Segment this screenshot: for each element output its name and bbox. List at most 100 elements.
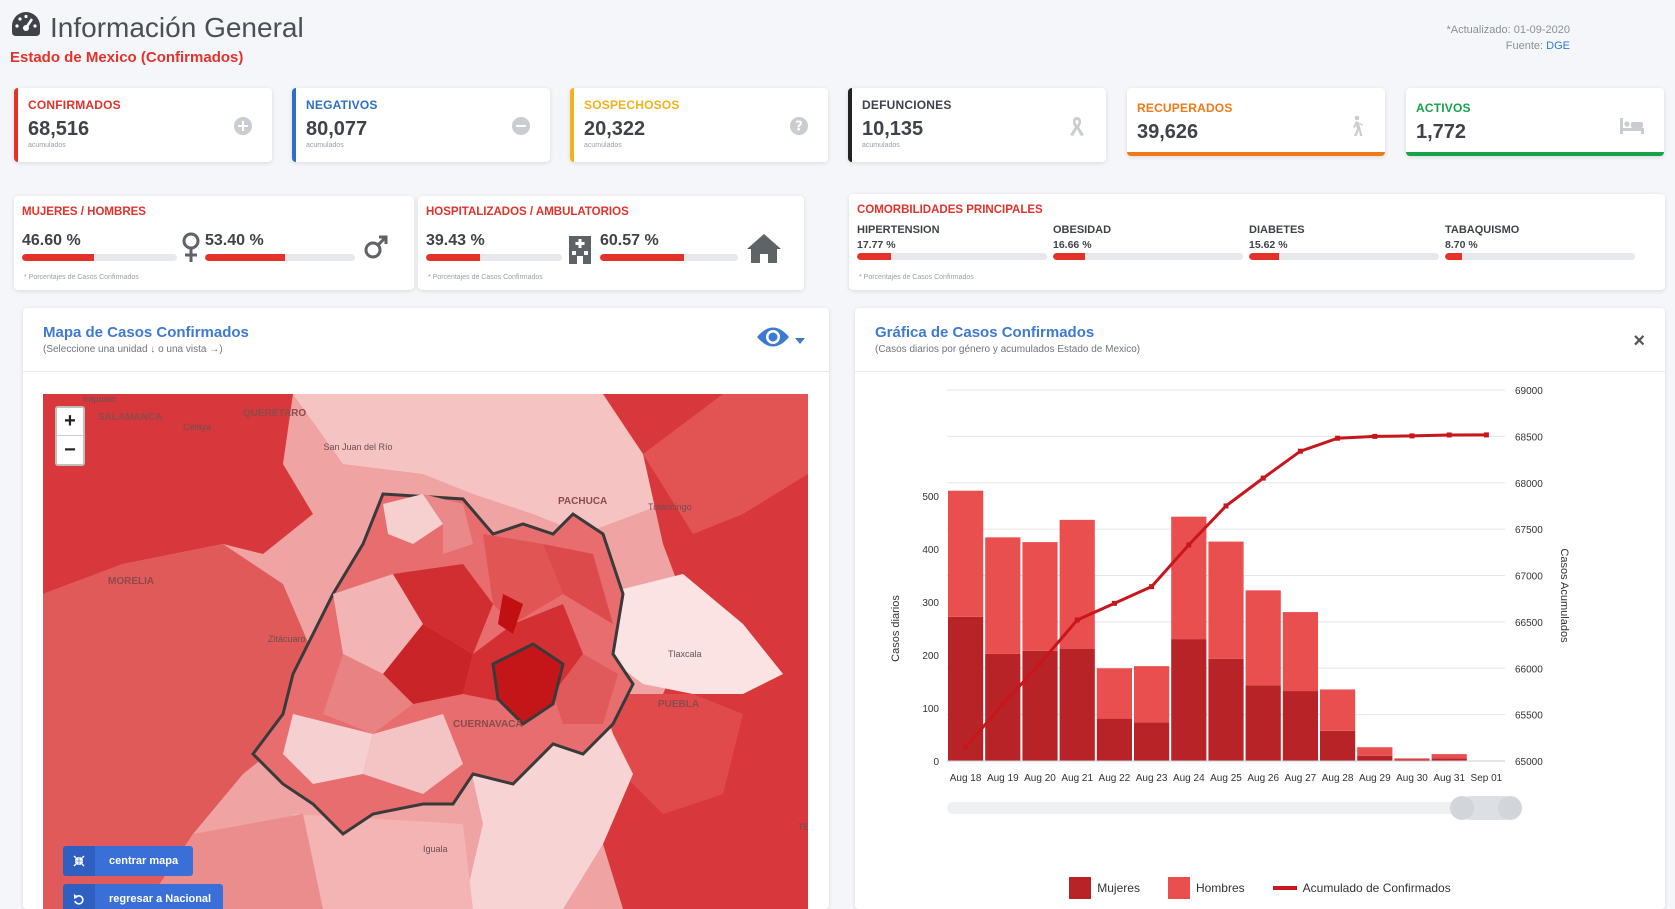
legend-swatch <box>1167 877 1190 899</box>
line-point <box>1372 433 1378 439</box>
y-left-tick-label: 300 <box>922 598 939 609</box>
source-prefix: Fuente: <box>1505 40 1547 52</box>
comorb-pct: 8.70 % <box>1445 239 1478 251</box>
line-point <box>1037 661 1043 667</box>
bar-hombres <box>1394 758 1430 760</box>
bar-hombres <box>1134 666 1170 723</box>
bar-hombres <box>1282 612 1318 692</box>
comorbidities-list: HIPERTENSION 17.77 % OBESIDAD 16.66 % DI… <box>857 224 1657 260</box>
map-label-place: TE <box>798 822 808 832</box>
men-block: 53.40 % <box>205 232 355 261</box>
x-tick-label: Aug 31 <box>1433 773 1465 784</box>
line-point <box>1223 503 1229 509</box>
stat-value: 39,626 <box>1137 121 1199 143</box>
legend-line-swatch <box>1272 886 1297 890</box>
map-label-place: PUEBLA <box>658 699 700 710</box>
comorb-name: TABAQUISMO <box>1445 224 1520 236</box>
chart-panel-subtitle: (Casos diarios por género y acumulados E… <box>875 344 1141 355</box>
stat-card-defunciones[interactable]: DEFUNCIONES 10,135 acumulados <box>848 88 1106 162</box>
bar-mujeres <box>1096 718 1132 761</box>
bed-icon <box>1618 115 1646 137</box>
zoom-out-button[interactable]: − <box>57 436 83 464</box>
bar-mujeres <box>1059 648 1095 761</box>
amb-block: 60.57 % <box>600 232 738 261</box>
map-label-place: MORELIA <box>108 576 155 587</box>
view-selector-button[interactable] <box>755 324 805 355</box>
hospital-row: 39.43 % 60.57 % <box>426 232 796 269</box>
hospital-card: HOSPITALIZADOS / AMBULATORIOS 39.43 % 60… <box>418 196 804 290</box>
legend-label: Acumulado de Confirmados <box>1302 881 1451 895</box>
comorb-bar-fill <box>1053 253 1085 260</box>
women-bar-fill <box>22 254 95 261</box>
map-label-place: Zitácuaro <box>268 634 306 644</box>
source-link[interactable]: DGE <box>1546 40 1570 52</box>
x-tick-label: Aug 30 <box>1396 773 1428 784</box>
chart-panel-title: Gráfica de Casos Confirmados <box>875 324 1095 341</box>
legend-item-acumulado[interactable]: Acumulado de Confirmados <box>1272 877 1451 899</box>
y-axis-title: Casos diarios <box>890 595 902 662</box>
bar-hombres <box>1171 516 1207 640</box>
combo-chart[interactable]: 65000 65500 66000 66500 67000 67500 68000 68500… <box>855 372 1665 909</box>
comorb-pct: 17.77 % <box>857 239 896 251</box>
women-bar <box>22 254 177 261</box>
map-label-place: SALAMANCA <box>98 412 163 423</box>
line-point <box>1149 584 1155 590</box>
hosp-bar <box>426 254 562 261</box>
x-tick-label: Aug 27 <box>1285 773 1317 784</box>
map-label-place: PACHUCA <box>558 496 608 507</box>
legend-item-hombres[interactable]: Hombres <box>1167 877 1245 899</box>
stat-label: ACTIVOS <box>1416 101 1471 115</box>
line-point <box>1297 448 1303 454</box>
map-label-place: Irapuato <box>83 394 117 404</box>
center-map-button[interactable]: centrar mapa <box>63 846 193 876</box>
stat-value: 68,516 <box>28 118 90 140</box>
map-canvas[interactable]: Irapuato SALAMANCA Celaya QUERÉTARO San … <box>43 394 808 909</box>
stat-note: acumulados <box>28 142 66 149</box>
line-point <box>1409 433 1415 439</box>
stat-card-sospechosos[interactable]: SOSPECHOSOS 20,322 acumulados ? <box>570 88 828 162</box>
map-panel-title: Mapa de Casos Confirmados <box>43 324 249 341</box>
y-left-tick-label: 0 <box>933 757 939 768</box>
back-to-national-label: regresar a Nacional <box>109 893 212 905</box>
zoom-in-button[interactable]: + <box>57 408 83 436</box>
update-info: *Actualizado: 01-09-2020 Fuente: DGE <box>1446 22 1570 54</box>
amb-pct: 60.57 % <box>600 232 659 249</box>
zoom-control: + − <box>55 406 85 466</box>
comorb-item: DIABETES 15.62 % <box>1249 224 1439 260</box>
female-icon <box>181 232 205 269</box>
map-label-place: San Juan del Río <box>323 442 393 452</box>
bar-mujeres <box>1245 685 1281 761</box>
comorb-bar-fill <box>1445 253 1462 260</box>
line-point <box>1186 542 1192 548</box>
x-tick-label: Aug 24 <box>1173 773 1205 784</box>
y-right-tick-label: 69000 <box>1515 386 1543 397</box>
stat-card-negativos[interactable]: NEGATIVOS 80,077 acumulados <box>292 88 550 162</box>
comorb-bar <box>857 253 1047 260</box>
comorbidities-card: COMORBILIDADES PRINCIPALES HIPERTENSION … <box>849 194 1665 290</box>
minus-circle-icon <box>510 115 532 137</box>
hospital-label: HOSPITALIZADOS / AMBULATORIOS <box>426 206 629 218</box>
men-bar <box>205 254 355 261</box>
bar-hombres <box>1357 747 1393 756</box>
men-bar-fill <box>205 254 286 261</box>
back-to-national-button[interactable]: regresar a Nacional <box>63 884 223 909</box>
gender-row: 46.60 % 53.40 % <box>22 232 406 269</box>
stat-card-activos[interactable]: ACTIVOS 1,772 <box>1406 88 1664 156</box>
stat-label: NEGATIVOS <box>306 98 378 112</box>
stat-card-confirmados[interactable]: CONFIRMADOS 68,516 acumulados <box>14 88 272 162</box>
y-right-tick-label: 68500 <box>1515 432 1543 443</box>
map-panel-subtitle: (Seleccione una unidad ↓ o una vista →) <box>43 344 223 355</box>
compress-icon <box>63 846 95 876</box>
range-handle-right <box>1498 796 1522 820</box>
comorb-item: TABAQUISMO 8.70 % <box>1445 224 1635 260</box>
close-icon[interactable]: × <box>1633 330 1645 353</box>
stat-card-recuperados[interactable]: RECUPERADOS 39,626 <box>1127 88 1385 156</box>
bar-mujeres <box>1357 755 1393 761</box>
stat-label: SOSPECHOSOS <box>584 98 680 112</box>
legend-item-mujeres[interactable]: Mujeres <box>1069 877 1140 899</box>
comorb-item: HIPERTENSION 17.77 % <box>857 224 1047 260</box>
stat-note: acumulados <box>306 142 344 149</box>
hosp-pct: 39.43 % <box>426 232 485 249</box>
y-right-tick-label: 67500 <box>1515 525 1543 536</box>
x-tick-label: Aug 18 <box>950 773 982 784</box>
